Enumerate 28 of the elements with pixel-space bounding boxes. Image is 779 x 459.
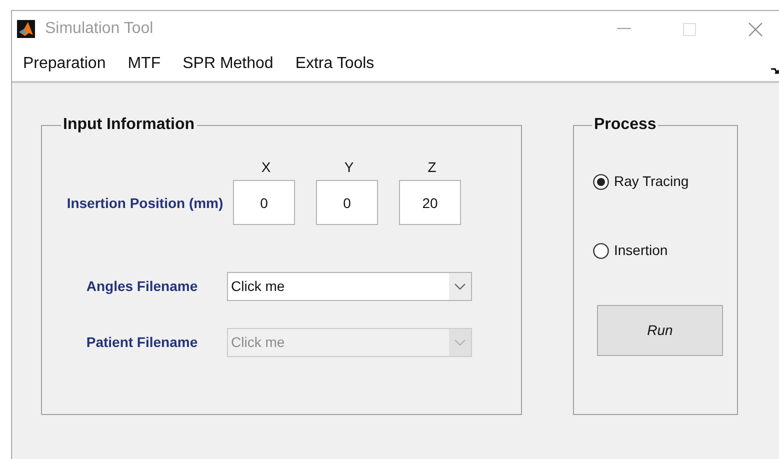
close-icon[interactable]: [748, 22, 763, 36]
coordinate-field[interactable]: 20: [399, 180, 461, 225]
radio-button[interactable]: [593, 174, 609, 190]
field-label: Angles Filename: [85, 277, 199, 296]
coordinate-field[interactable]: 0: [316, 180, 378, 225]
menu-item[interactable]: MTF: [128, 52, 161, 76]
option-label: Ray Tracing: [614, 172, 689, 191]
chevron-down-icon: [449, 329, 471, 356]
run-button[interactable]: Run: [597, 305, 723, 356]
app-icon: [17, 20, 35, 38]
option-label: Insertion: [614, 241, 668, 260]
field-label: Patient Filename: [85, 333, 199, 352]
arrow-icon[interactable]: [771, 67, 779, 75]
axis-label: Z: [426, 158, 438, 177]
panel-title: Process: [593, 115, 658, 135]
coordinate-field[interactable]: 0: [233, 180, 295, 225]
window-title: Simulation Tool: [45, 19, 154, 39]
dropdown[interactable]: Click me: [227, 272, 472, 301]
panel-title: Input Information: [62, 115, 196, 135]
field-label: Insertion Position (mm): [66, 194, 224, 212]
axis-label: Y: [343, 158, 355, 177]
axis-label: X: [260, 158, 272, 177]
minimize-icon[interactable]: [617, 28, 631, 30]
menu-item[interactable]: Extra Tools: [295, 52, 374, 76]
radio-button[interactable]: [593, 242, 609, 258]
menu-item[interactable]: Preparation: [23, 52, 106, 76]
menu-item[interactable]: SPR Method: [182, 52, 274, 76]
chevron-down-icon: [449, 273, 471, 300]
